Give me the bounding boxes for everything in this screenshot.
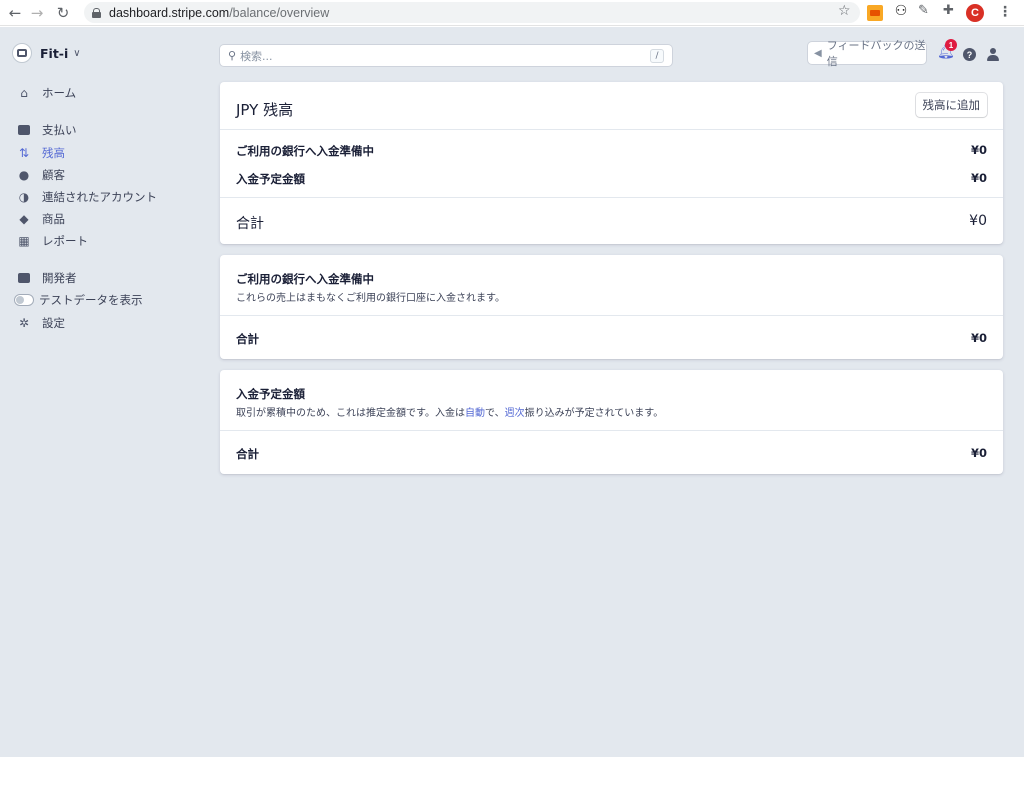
extension-icon[interactable]: [867, 5, 883, 21]
bookmark-star-icon[interactable]: ☆: [838, 3, 851, 19]
puzzle-icon[interactable]: ✚: [943, 3, 959, 19]
page-bottom-area: [0, 757, 1024, 787]
sidebar-item-test-data[interactable]: テストデータを表示: [14, 291, 143, 309]
url-text: dashboard.stripe.com/balance/overview: [109, 5, 330, 20]
store-icon: [12, 43, 32, 63]
address-bar[interactable]: dashboard.stripe.com/balance/overview: [84, 2, 860, 23]
notification-badge: 1: [945, 39, 957, 51]
sidebar-item-label: レポート: [42, 234, 88, 248]
reload-icon[interactable]: ↻: [52, 2, 74, 24]
sidebar-item-balance[interactable]: ⇅ 残高: [17, 144, 65, 162]
balance-icon: ⇅: [18, 146, 30, 160]
sidebar-item-label: 商品: [42, 212, 65, 226]
sidebar-item-settings[interactable]: ✲ 設定: [17, 314, 65, 332]
chevron-down-icon: ∨: [73, 47, 81, 59]
sidebar-item-reports[interactable]: ▦ レポート: [17, 232, 88, 250]
total-label: 合計: [236, 332, 259, 346]
sidebar-item-products[interactable]: ◆ 商品: [17, 210, 65, 228]
expected-payout-card: 入金予定金額 取引が累積中のため、これは推定金額です。入金は自動で、週次振り込み…: [220, 370, 1003, 474]
row-label: 入金予定金額: [236, 172, 305, 186]
account-switcher[interactable]: Fit-i ∨: [12, 43, 81, 63]
section-title: 入金予定金額: [236, 387, 305, 401]
row-label: ご利用の銀行へ入金準備中: [236, 144, 374, 158]
section-description: これらの売上はまもなくご利用の銀行口座に入金されます。: [236, 293, 505, 304]
sidebar-item-developers[interactable]: 開発者: [17, 269, 77, 287]
search-placeholder: 検索...: [240, 49, 273, 63]
connected-accounts-icon: ◑: [18, 190, 30, 204]
search-shortcut-key: /: [650, 49, 664, 63]
sidebar-item-connected-accounts[interactable]: ◑ 連結されたアカウント: [17, 188, 157, 206]
total-value: ¥0: [970, 446, 987, 460]
total-value: ¥0: [970, 331, 987, 345]
sidebar-item-label: 残高: [42, 146, 65, 160]
sidebar-item-home[interactable]: ⌂ ホーム: [17, 84, 76, 102]
extension-icon[interactable]: ⚇: [893, 3, 909, 19]
search-icon: ⚲: [228, 49, 237, 62]
account-name: Fit-i: [40, 45, 69, 61]
sidebar-item-label: 連結されたアカウント: [42, 190, 157, 204]
customers-icon: ●: [18, 168, 30, 182]
row-value: ¥0: [970, 143, 987, 157]
dashboard: Fit-i ∨ ⌂ ホーム 支払い ⇅ 残高 ● 顧客 ◑ 連結されたアカウント…: [0, 27, 1024, 757]
section-description: 取引が累積中のため、これは推定金額です。入金は自動で、週次振り込みが予定されてい…: [236, 408, 664, 419]
megaphone-icon: ◀: [814, 47, 822, 59]
sidebar-item-label: 支払い: [42, 123, 77, 137]
forward-arrow-icon[interactable]: →: [26, 2, 48, 24]
pending-payout-card: ご利用の銀行へ入金準備中 これらの売上はまもなくご利用の銀行口座に入金されます。…: [220, 255, 1003, 359]
feedback-button[interactable]: ◀ フィードバックの送信: [808, 39, 926, 68]
home-icon: ⌂: [20, 86, 28, 100]
divider: [220, 197, 1003, 198]
terminal-icon: [17, 271, 31, 285]
automatic-link[interactable]: 自動: [465, 408, 485, 419]
divider: [220, 430, 1003, 431]
total-label: 合計: [236, 447, 259, 461]
search-input[interactable]: ⚲ 検索... /: [220, 45, 672, 66]
divider: [220, 315, 1003, 316]
sidebar-item-customers[interactable]: ● 顧客: [17, 166, 65, 184]
divider: [220, 129, 1003, 130]
user-icon[interactable]: [987, 48, 999, 61]
test-data-toggle[interactable]: [14, 294, 34, 306]
total-label: 合計: [236, 216, 264, 232]
extension-icon[interactable]: ✎: [918, 3, 934, 19]
row-value: ¥0: [970, 171, 987, 185]
sidebar-item-label: ホーム: [42, 86, 77, 100]
sidebar-item-payments[interactable]: 支払い: [17, 121, 77, 139]
help-icon[interactable]: ?: [963, 48, 976, 61]
feedback-label: フィードバックの送信: [826, 39, 926, 68]
browser-toolbar: ← → ↻ dashboard.stripe.com/balance/overv…: [0, 0, 1024, 26]
total-value: ¥0: [969, 213, 987, 229]
sidebar-item-label: 顧客: [42, 168, 65, 182]
balance-card: JPY 残高 残高に追加 ご利用の銀行へ入金準備中 ¥0 入金予定金額 ¥0 合…: [220, 82, 1003, 244]
back-arrow-icon[interactable]: ←: [4, 2, 26, 24]
lock-icon: [92, 7, 101, 18]
products-icon: ◆: [19, 212, 29, 226]
reports-icon: ▦: [18, 234, 30, 248]
sidebar-item-label: 開発者: [42, 271, 77, 285]
gear-icon: ✲: [18, 316, 30, 330]
weekly-link[interactable]: 週次: [505, 408, 525, 419]
sidebar-item-label: テストデータを表示: [39, 293, 143, 307]
profile-avatar[interactable]: C: [966, 4, 984, 22]
section-title: ご利用の銀行へ入金準備中: [236, 272, 374, 286]
payments-icon: [17, 123, 31, 137]
add-to-balance-button[interactable]: 残高に追加: [915, 93, 987, 117]
card-title: JPY 残高: [236, 101, 294, 119]
sidebar-item-label: 設定: [42, 316, 65, 330]
more-menu-icon[interactable]: ⋮: [998, 4, 1012, 20]
